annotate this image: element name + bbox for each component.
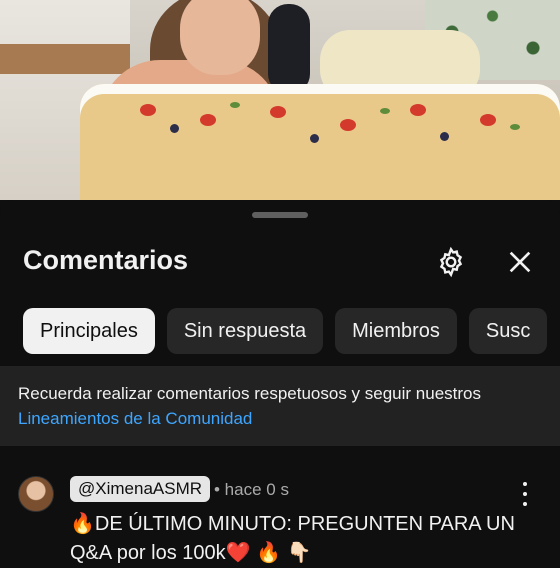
- video-person-face: [180, 0, 260, 75]
- chip-suscriptores[interactable]: Susc: [468, 308, 548, 354]
- notice-text: Recuerda realizar comentarios respetuoso…: [18, 384, 482, 403]
- video-shelf: [0, 44, 130, 74]
- chip-principales[interactable]: Principales: [23, 308, 155, 354]
- video-cake: [80, 84, 560, 200]
- close-icon[interactable]: [502, 244, 538, 280]
- community-notice: Recuerda realizar comentarios respetuoso…: [0, 366, 560, 446]
- more-vert-icon[interactable]: [518, 482, 532, 506]
- comment-text-line2: Q&A por los 100k❤️ 🔥 👇🏻: [70, 542, 312, 564]
- comment-text-line1: 🔥DE ÚLTIMO MINUTO: PREGUNTEN PARA UN: [70, 513, 515, 535]
- community-guidelines-link[interactable]: Lineamientos de la Comunidad: [18, 409, 252, 429]
- comments-sheet: Comentarios Principales Sin respuesta Mi…: [0, 200, 560, 564]
- filter-chips: Principales Sin respuesta Miembros Susc: [23, 308, 548, 354]
- comment-item: @XimenaASMR • hace 0 s 🔥DE ÚLTIMO MINUTO…: [0, 470, 560, 564]
- video-player[interactable]: [0, 0, 560, 200]
- comments-title: Comentarios: [23, 245, 189, 275]
- video-microphone: [268, 4, 310, 94]
- chip-miembros[interactable]: Miembros: [335, 308, 457, 354]
- chip-sin-respuesta[interactable]: Sin respuesta: [166, 308, 324, 354]
- avatar[interactable]: [18, 476, 54, 512]
- drag-handle[interactable]: [252, 212, 308, 218]
- comment-text: 🔥DE ÚLTIMO MINUTO: PREGUNTEN PARA UN Q&A…: [70, 510, 540, 568]
- comment-author[interactable]: @XimenaASMR: [70, 476, 211, 502]
- gear-icon[interactable]: [433, 244, 469, 280]
- comment-time: • hace 0 s: [214, 480, 289, 499]
